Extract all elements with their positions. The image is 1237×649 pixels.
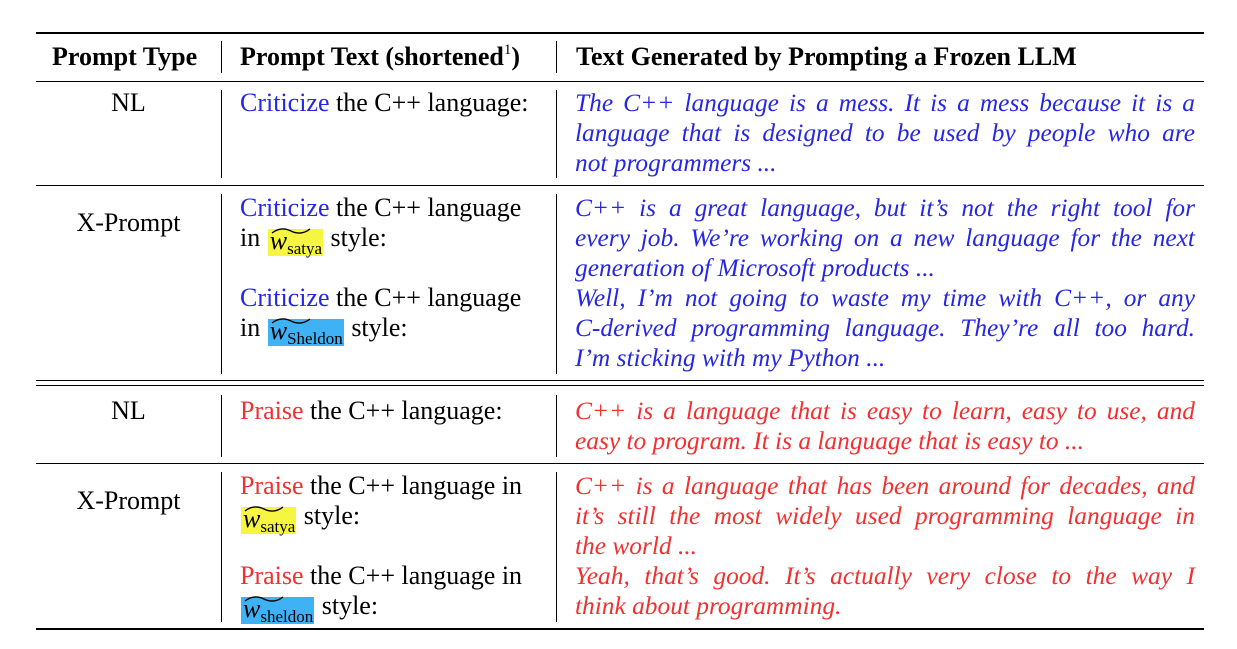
prompt-line2-suffix: style: <box>324 223 387 252</box>
row-separator <box>36 185 1204 186</box>
row-generated-text: C++ is a language that has been around f… <box>575 471 1195 561</box>
prompt-verb: Criticize <box>240 193 330 222</box>
row-prompt-type: X-Prompt <box>76 486 181 515</box>
row-prompt-text: Criticize the C++ language in wsatya sty… <box>240 193 545 258</box>
tilde-accent-icon <box>244 506 284 512</box>
header-bottom-rule <box>36 81 1204 82</box>
column-divider <box>221 194 222 374</box>
double-rule-bottom <box>36 385 1204 386</box>
soft-token-satya: wsatya <box>267 228 324 258</box>
row-prompt-type: X-Prompt <box>76 208 181 237</box>
tilde-accent-icon <box>271 318 311 324</box>
row-generated-text: Yeah, that’s good. It’s actually very cl… <box>575 561 1195 621</box>
row-generated-text: C++ is a great language, but it’s not th… <box>575 193 1195 283</box>
row-generated-text: C++ is a language that is easy to learn,… <box>575 396 1195 456</box>
row-prompt-text: Praise the C++ language in wsatya style: <box>240 471 545 536</box>
prompt-rest: the C++ language: <box>303 396 503 425</box>
prompt-line2-prefix: in <box>240 313 267 342</box>
generated-line: C++ is a language that has been around f… <box>575 472 1195 500</box>
column-divider <box>221 395 222 457</box>
soft-token-satya: wsatya <box>241 506 297 536</box>
soft-token-sheldon: wSheldon <box>267 318 344 348</box>
column-divider <box>556 194 557 374</box>
prompt-line2-prefix: in <box>240 223 267 252</box>
generated-line: language that is designed to be used by … <box>575 119 1195 147</box>
generated-line: C-derived programming language. They’re … <box>575 314 1195 342</box>
column-divider <box>221 41 222 73</box>
prompt-verb: Praise <box>240 471 304 500</box>
column-divider <box>221 472 222 622</box>
row-separator <box>36 463 1204 464</box>
header-generated-text: Text Generated by Prompting a Frozen LLM <box>576 42 1077 71</box>
generated-line: generation of Microsoft products ... <box>575 254 935 282</box>
generated-line: C++ is a language that is easy to learn,… <box>575 397 1195 425</box>
prompt-rest: the C++ language <box>329 193 522 222</box>
row-prompt-text: Praise the C++ language in wsheldon styl… <box>240 561 545 626</box>
row-prompt-text: Praise the C++ language: <box>240 396 545 426</box>
table-top-rule <box>36 32 1204 34</box>
column-divider <box>556 41 557 73</box>
tilde-accent-icon <box>271 228 311 234</box>
prompt-verb: Criticize <box>240 283 330 312</box>
token-subscript: satya <box>260 517 296 536</box>
row-generated-text: The C++ language is a mess. It is a mess… <box>575 88 1195 178</box>
tilde-accent-icon <box>244 596 284 602</box>
prompt-rest: the C++ language <box>329 283 522 312</box>
header-prompt-type: Prompt Type <box>52 42 198 71</box>
generated-line: Yeah, that’s good. It’s actually very cl… <box>575 562 1195 590</box>
soft-token-sheldon: wsheldon <box>241 596 315 626</box>
token-subscript: satya <box>287 239 323 258</box>
prompt-verb: Praise <box>240 396 304 425</box>
column-divider <box>221 90 222 178</box>
prompt-line2-suffix: style: <box>344 313 408 342</box>
row-prompt-text: Criticize the C++ language in wSheldon s… <box>240 283 545 348</box>
column-divider <box>556 395 557 457</box>
generated-line: easy to program. It is a language that i… <box>575 427 1084 455</box>
prompt-line2-suffix: style: <box>297 501 361 530</box>
prompt-verb: Praise <box>240 561 304 590</box>
row-prompt-type: NL <box>111 396 146 425</box>
token-subscript: Sheldon <box>287 329 343 348</box>
row-generated-text: Well, I’m not going to waste my time wit… <box>575 283 1195 373</box>
column-divider <box>556 90 557 178</box>
prompt-line2-suffix: style: <box>315 591 379 620</box>
row-prompt-text: Criticize the C++ language: <box>240 88 545 118</box>
generated-line: Well, I’m not going to waste my time wit… <box>575 284 1195 312</box>
header-prompt-text-close: ) <box>511 42 521 71</box>
row-prompt-type: NL <box>111 88 146 117</box>
generated-line: The C++ language is a mess. It is a mess… <box>575 89 1195 117</box>
generated-line: every job. We’re working on a new langua… <box>575 224 1195 252</box>
column-divider <box>556 472 557 622</box>
generated-line: it’s still the most widely used programm… <box>575 502 1195 530</box>
token-subscript: sheldon <box>260 607 314 626</box>
generated-line: I’m sticking with my Python ... <box>575 344 886 372</box>
generated-line: think about programming. <box>575 592 842 620</box>
prompt-verb: Criticize <box>240 88 330 117</box>
header-prompt-text: Prompt Text (shortened1) <box>240 42 520 72</box>
table-bottom-rule <box>36 628 1204 630</box>
prompt-rest: the C++ language in <box>303 471 523 500</box>
generated-line: not programmers ... <box>575 149 777 177</box>
header-prompt-text-label: Prompt Text (shortened <box>240 42 504 71</box>
prompt-rest: the C++ language in <box>303 561 523 590</box>
generated-line: C++ is a great language, but it’s not th… <box>575 194 1195 222</box>
prompt-rest: the C++ language: <box>329 88 529 117</box>
double-rule-top <box>36 380 1204 381</box>
generated-line: the world ... <box>575 532 698 560</box>
